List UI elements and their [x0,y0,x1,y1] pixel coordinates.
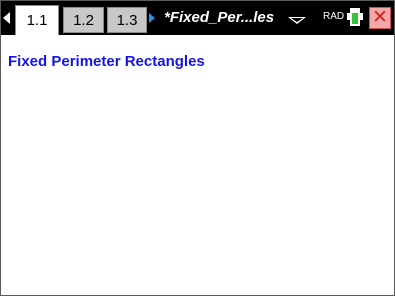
tab-label: 1.1 [26,12,48,29]
page-content: Fixed Perimeter Rectangles [1,35,394,295]
battery-icon [347,8,363,26]
document-title[interactable]: *Fixed_Per...les [164,8,274,28]
page-title: Fixed Perimeter Rectangles [8,53,205,70]
calculator-screen: 1.1 1.2 1.3 *Fixed_Per...les RAD ✕ Fixed… [0,0,395,296]
close-document-button[interactable]: ✕ [369,7,391,29]
top-bar: 1.1 1.2 1.3 *Fixed_Per...les RAD ✕ [1,1,394,35]
angle-mode-indicator: RAD [323,11,345,22]
tab-1-3[interactable]: 1.3 [107,7,147,33]
tab-label: 1.2 [73,12,94,29]
document-menu-chevron-down-icon[interactable] [288,17,306,24]
next-page-arrow-icon[interactable] [149,13,155,23]
tab-1-2[interactable]: 1.2 [63,7,104,33]
tab-1-1[interactable]: 1.1 [15,5,59,35]
close-icon: ✕ [372,7,388,28]
battery-level-fill [352,13,358,24]
tab-label: 1.3 [116,12,138,29]
previous-page-arrow-icon[interactable] [3,12,10,24]
